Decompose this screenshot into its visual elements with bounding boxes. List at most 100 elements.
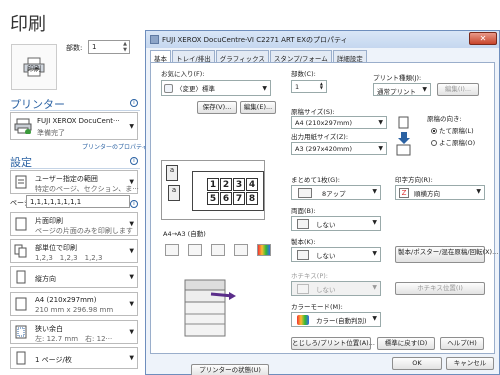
- color-icon[interactable]: [257, 244, 271, 256]
- output-icon[interactable]: [211, 244, 225, 256]
- copies-input[interactable]: 1 ▲ ▼: [291, 80, 327, 93]
- collate-icon: [14, 244, 27, 258]
- print-range-subtitle: 特定のページ、セクション、ま···: [35, 185, 139, 193]
- nup-label: まとめて1枚(G):: [291, 176, 340, 184]
- booklet-label: 製本(K):: [291, 238, 316, 246]
- copies-label: 部数:: [66, 44, 83, 52]
- favorites-label: お気に入り(F):: [161, 70, 205, 78]
- booklet-icon: [297, 250, 309, 260]
- chevron-down-icon: ▼: [129, 328, 134, 336]
- print-range-title: ユーザー指定の範囲: [35, 175, 98, 183]
- dialog-titlebar[interactable]: FUJI XEROX DocuCentre-VI C2271 ART EXのプロ…: [146, 31, 499, 48]
- keyboard-icon[interactable]: [165, 244, 179, 256]
- save-button[interactable]: 保存(V)...: [197, 101, 237, 114]
- margin-position-button[interactable]: とじしろ/プリント位置(A)...: [291, 337, 375, 350]
- pages-input[interactable]: 1,1,1,1,1,1,1,1: [26, 195, 130, 208]
- chevron-down-icon: ▼: [372, 315, 377, 322]
- orientation-landscape-radio[interactable]: よこ原稿(O): [431, 137, 475, 147]
- paper-size-select[interactable]: A4 (210x297mm) ▼: [291, 116, 387, 129]
- sides-select[interactable]: 片面印刷 ページの片面のみを印刷します ▼: [10, 212, 138, 236]
- chevron-down-icon: ▼: [129, 220, 134, 228]
- orientation-select[interactable]: 縦方向 ▼: [10, 266, 138, 288]
- printer-section-heading: プリンター: [10, 96, 140, 112]
- tab-basic[interactable]: 基本: [150, 50, 171, 63]
- pages-per-sheet-select[interactable]: 1 ページ/枚 ▼: [10, 347, 138, 369]
- single-side-icon: [15, 217, 27, 231]
- color-mode-label: カラーモード(M):: [291, 303, 343, 311]
- info-icon[interactable]: i: [130, 157, 138, 165]
- tab-stamp-form[interactable]: スタンプ/フォーム: [269, 50, 332, 63]
- print-button-label: 印刷: [27, 64, 41, 73]
- stamp-icon[interactable]: [234, 244, 248, 256]
- chevron-down-icon: ▼: [129, 123, 134, 130]
- info-icon[interactable]: i: [130, 200, 138, 208]
- printer-icon: [14, 118, 32, 134]
- staple-label: ホチキス(P):: [291, 272, 328, 280]
- chevron-down-icon: ▼: [129, 247, 134, 255]
- color-mode-select[interactable]: カラー(自動判別) ▼: [291, 312, 381, 327]
- output-size-label: 出力用紙サイズ(Z):: [291, 133, 349, 141]
- duplex-value: しない: [316, 221, 336, 229]
- paper-size-label: 原稿サイズ(S):: [291, 108, 335, 116]
- info-icon[interactable]: i: [130, 99, 138, 107]
- orientation-portrait-radio[interactable]: たて原稿(L): [431, 125, 474, 135]
- collate-select[interactable]: 部単位で印刷 1,2,3 1,2,3 1,2,3 ▼: [10, 239, 138, 263]
- chevron-down-icon: ▼: [262, 85, 267, 92]
- chevron-down-icon: ▼: [372, 219, 377, 226]
- preview-page-number: 2: [220, 178, 232, 191]
- favorites-value: 〈変更〉標準: [176, 85, 215, 93]
- copies-input[interactable]: 1 ▲ ▼: [88, 40, 130, 54]
- source-sheet-icon: a: [166, 165, 178, 181]
- tab-graphics[interactable]: グラフィックス: [215, 50, 269, 63]
- help-button[interactable]: ヘルプ(H): [440, 337, 484, 350]
- paper-tray-icon[interactable]: [188, 244, 202, 256]
- job-type-select[interactable]: 通常プリント ▼: [373, 83, 431, 96]
- copies-value: 1: [295, 83, 300, 91]
- nup-select[interactable]: 8アップ ▼: [291, 185, 381, 200]
- spinner-icon[interactable]: ▲ ▼: [123, 41, 127, 53]
- color-mode-icon: [297, 315, 309, 325]
- cancel-button[interactable]: キャンセル: [446, 357, 494, 370]
- collate-title: 部単位で印刷: [35, 244, 77, 252]
- orientation-landscape-label: よこ原稿(O): [439, 139, 476, 147]
- favorites-select[interactable]: 〈変更〉標準 ▼: [161, 80, 271, 96]
- staple-select[interactable]: しない ▼: [291, 281, 381, 296]
- printer-status-button[interactable]: プリンターの状態(U): [191, 364, 269, 375]
- spinner-icon[interactable]: ▲ ▼: [320, 82, 323, 90]
- ok-button[interactable]: OK: [392, 357, 442, 370]
- tab-tray-output[interactable]: トレイ/排出: [172, 50, 215, 63]
- restore-defaults-button[interactable]: 標準に戻す(D): [377, 337, 435, 350]
- staple-position-button[interactable]: ホチキス位置(I): [395, 282, 485, 295]
- print-order-select[interactable]: Z 順横方向 ▼: [395, 185, 485, 200]
- paper-subtitle: 210 mm x 296.98 mm: [35, 306, 114, 314]
- print-order-icon: Z: [399, 188, 409, 198]
- booklet-select[interactable]: しない ▼: [291, 247, 381, 262]
- copies-label: 部数(C):: [291, 70, 316, 78]
- close-button[interactable]: ✕: [469, 32, 497, 45]
- paper-size-select[interactable]: A4 (210x297mm) 210 mm x 296.98 mm ▼: [10, 292, 138, 316]
- job-type-label: プリント種類(J):: [373, 74, 422, 82]
- source-sheet-icon: a: [168, 185, 180, 201]
- print-button[interactable]: 印刷: [11, 44, 57, 90]
- margins-title: 狭い余白: [35, 325, 63, 333]
- staple-icon: [297, 284, 309, 294]
- margins-select[interactable]: 狭い余白 左: 12.7 mm 右: 12··· ▼: [10, 320, 138, 344]
- printer-select[interactable]: FUJI XEROX DocuCent··· 準備完了 ▼: [10, 112, 138, 140]
- print-range-select[interactable]: ユーザー指定の範囲 特定のページ、セクション、ま··· ▼: [10, 170, 139, 194]
- page-icon: [16, 351, 26, 365]
- chevron-down-icon: ▼: [129, 354, 134, 362]
- duplex-select[interactable]: しない ▼: [291, 216, 381, 231]
- preview-caption: A4→A3 (自動): [163, 230, 206, 238]
- tab-advanced[interactable]: 詳細設定: [332, 50, 367, 63]
- chevron-down-icon: ▼: [129, 273, 134, 281]
- chevron-down-icon: ▼: [372, 250, 377, 257]
- orientation-title: 縦方向: [35, 275, 56, 283]
- printer-properties-link[interactable]: プリンターのプロパティ: [82, 142, 148, 151]
- print-order-value: 順横方向: [414, 190, 440, 198]
- printer-status: 準備完了: [37, 129, 65, 137]
- booklet-poster-button[interactable]: 製本/ポスター/混在原稿/回転(X)...: [395, 246, 498, 263]
- job-type-edit-button[interactable]: 編集(I)...: [437, 83, 479, 96]
- edit-button[interactable]: 編集(E)...: [240, 101, 276, 114]
- portrait-icon: [16, 270, 26, 284]
- output-size-select[interactable]: A3 (297x420mm) ▼: [291, 142, 387, 155]
